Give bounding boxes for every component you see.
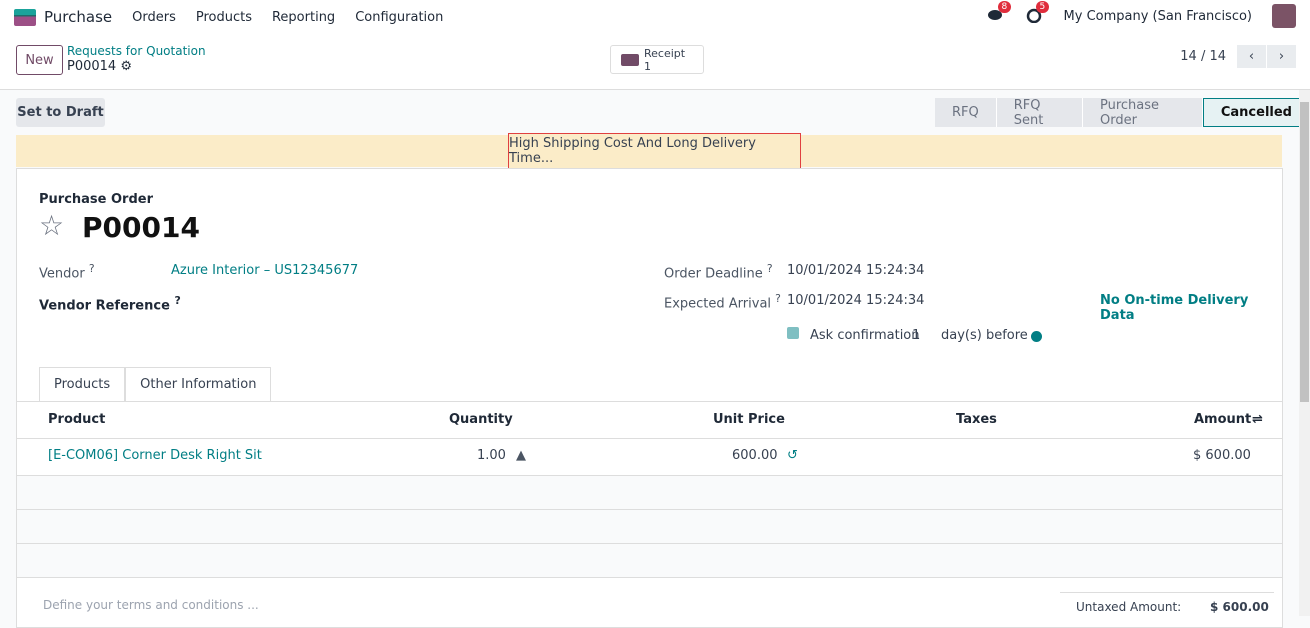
vendor-label: Vendor (39, 266, 85, 282)
reset-price-icon[interactable]: ↺ (787, 439, 798, 473)
receipt-count: 1 (644, 60, 651, 73)
header-unit-price[interactable]: Unit Price (713, 402, 785, 438)
info-icon[interactable] (1031, 331, 1042, 342)
top-navbar: Purchase Orders Products Reporting Confi… (0, 0, 1310, 34)
header-quantity[interactable]: Quantity (449, 402, 513, 438)
clock-icon[interactable]: 5 (1026, 1, 1050, 25)
form-type-label: Purchase Order (39, 192, 154, 207)
status-cancelled[interactable]: Cancelled (1202, 98, 1310, 127)
expected-arrival-field[interactable]: 10/01/2024 15:24:34 (787, 293, 924, 308)
new-button[interactable]: New (16, 45, 63, 75)
scrollbar-thumb[interactable] (1300, 102, 1309, 402)
amount-cell: $ 600.00 (1193, 448, 1251, 463)
pager-next-button[interactable]: › (1267, 45, 1296, 68)
receipt-smart-button[interactable]: Receipt 1 (610, 45, 704, 74)
status-rfq-sent[interactable]: RFQ Sent (996, 98, 1083, 128)
days-before-label: day(s) before (941, 328, 1028, 343)
help-icon[interactable]: ? (174, 294, 180, 307)
unit-price-cell[interactable]: 600.00 (732, 439, 778, 473)
ask-days-field[interactable]: 1 (912, 328, 920, 343)
truck-icon (621, 54, 639, 66)
empty-row (17, 544, 1282, 578)
ask-confirmation-label: Ask confirmation (810, 328, 920, 343)
header-product[interactable]: Product (48, 402, 105, 438)
purchase-app-icon[interactable] (14, 8, 36, 26)
untaxed-amount: $ 600.00 (1210, 600, 1269, 614)
pager-value[interactable]: 14 / 14 (1180, 49, 1226, 64)
help-icon[interactable]: ? (89, 262, 95, 275)
order-deadline-label: Order Deadline (664, 266, 763, 282)
column-settings-icon[interactable]: ⇌ (1252, 402, 1263, 438)
receipt-label: Receipt (644, 47, 686, 60)
activities-badge: 5 (1035, 1, 1050, 13)
order-deadline-field[interactable]: 10/01/2024 15:24:34 (787, 263, 924, 278)
product-cell[interactable]: [E-COM06] Corner Desk Right Sit (48, 439, 262, 473)
forecast-chart-icon[interactable]: ▲ (516, 439, 526, 473)
chat-icon[interactable]: 8 (987, 1, 1012, 25)
vendor-field[interactable]: Azure Interior – US12345677 (171, 263, 358, 278)
help-icon[interactable]: ? (767, 262, 773, 275)
vendor-reference-label: Vendor Reference (39, 298, 170, 314)
record-title: P00014 (82, 211, 200, 244)
pager-previous-button[interactable]: ‹ (1237, 45, 1266, 68)
ask-confirmation-checkbox[interactable] (787, 327, 799, 339)
totals-divider (1060, 592, 1274, 593)
untaxed-label: Untaxed Amount: (1076, 600, 1182, 614)
messages-badge: 8 (997, 1, 1012, 13)
table-row: [E-COM06] Corner Desk Right Sit 1.00 ▲ 6… (17, 439, 1282, 476)
menu-reporting[interactable]: Reporting (272, 10, 335, 25)
form-sheet: Purchase Order ☆ P00014 Vendor ? Azure I… (16, 168, 1283, 628)
pager: 14 / 14 ‹ › (1180, 45, 1296, 68)
menu-products[interactable]: Products (196, 10, 252, 25)
scrollbar[interactable] (1299, 90, 1310, 616)
help-icon[interactable]: ? (775, 292, 781, 305)
breadcrumb-current: P00014 (67, 59, 117, 74)
expected-arrival-label: Expected Arrival (664, 296, 772, 312)
header-amount[interactable]: Amount (1194, 402, 1251, 438)
tab-other-information[interactable]: Other Information (125, 367, 272, 402)
statusbar: RFQ RFQ Sent Purchase Order Cancelled (935, 98, 1310, 128)
user-avatar[interactable] (1272, 4, 1296, 28)
gear-icon[interactable]: ⚙ (120, 59, 132, 74)
menu-orders[interactable]: Orders (132, 10, 176, 25)
order-lines-table: Product Quantity Unit Price Taxes Amount… (17, 401, 1282, 578)
breadcrumb-rfq[interactable]: Requests for Quotation (67, 44, 206, 58)
set-to-draft-button[interactable]: Set to Draft (16, 98, 105, 127)
menu-configuration[interactable]: Configuration (355, 10, 443, 25)
alert-message: High Shipping Cost And Long Delivery Tim… (508, 133, 801, 169)
company-switcher[interactable]: My Company (San Francisco) (1064, 9, 1252, 24)
star-icon[interactable]: ☆ (39, 209, 64, 242)
empty-row (17, 510, 1282, 544)
header-taxes[interactable]: Taxes (956, 402, 997, 438)
app-name[interactable]: Purchase (44, 8, 112, 26)
on-time-delivery-button[interactable]: No On-time Delivery Data (1100, 293, 1282, 323)
control-panel: New Requests for Quotation P00014 ⚙ Rece… (0, 34, 1310, 90)
quantity-cell[interactable]: 1.00 (477, 439, 506, 473)
status-rfq[interactable]: RFQ (935, 98, 997, 127)
status-purchase-order[interactable]: Purchase Order (1083, 98, 1203, 128)
table-header: Product Quantity Unit Price Taxes Amount… (17, 402, 1282, 439)
terms-input[interactable]: Define your terms and conditions ... (43, 598, 259, 612)
tab-products[interactable]: Products (39, 367, 126, 402)
empty-row (17, 476, 1282, 510)
